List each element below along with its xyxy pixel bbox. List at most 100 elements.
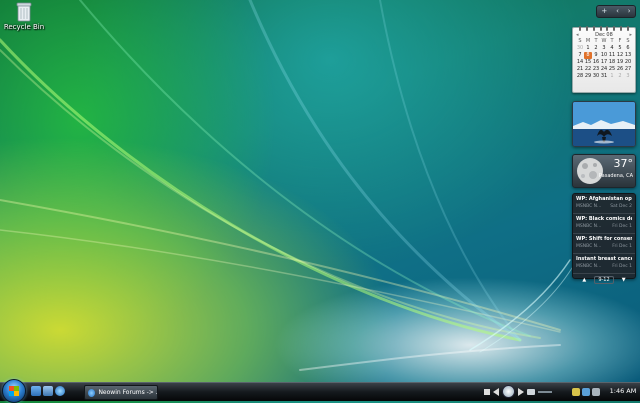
stop-icon[interactable] xyxy=(484,388,490,395)
feed-range: 9-12 xyxy=(594,276,614,284)
next-track-icon[interactable] xyxy=(518,387,524,396)
taskbar-window-title: Neowin Forums -> ... xyxy=(98,389,157,396)
calendar-day[interactable]: 14 xyxy=(576,59,584,66)
calendar-day[interactable]: 16 xyxy=(592,59,600,66)
calendar-month-title: Dec 08 xyxy=(595,31,613,38)
tray-network-icon[interactable] xyxy=(582,387,590,396)
volume-icon[interactable] xyxy=(527,388,535,395)
previous-track-icon[interactable] xyxy=(493,387,499,396)
play-button-icon[interactable] xyxy=(502,385,515,398)
calendar-day[interactable]: 26 xyxy=(616,66,624,73)
calendar-day[interactable]: 6 xyxy=(624,45,632,52)
calendar-weekday: W xyxy=(601,38,607,44)
calendar-day[interactable]: 24 xyxy=(600,66,608,73)
calendar-day[interactable]: 18 xyxy=(608,59,616,66)
feed-item-title: WP: Afghanistan opi... xyxy=(576,196,632,202)
weather-temperature: 37° xyxy=(613,157,634,170)
feed-item[interactable]: Instant breast cancer... MSNBC N... Fri D… xyxy=(573,254,635,274)
feed-item-source: MSNBC N... xyxy=(576,224,602,229)
taskbar-window-button[interactable]: Neowin Forums -> ... xyxy=(84,385,158,400)
moon-icon xyxy=(577,158,603,184)
calendar-weekday: S xyxy=(578,38,582,44)
calendar-day[interactable]: 27 xyxy=(624,66,632,73)
volume-slider[interactable] xyxy=(538,390,552,393)
start-button[interactable] xyxy=(2,379,26,403)
calendar-day[interactable]: 29 xyxy=(584,73,592,80)
calendar-day[interactable]: 31 xyxy=(600,73,608,80)
calendar-day[interactable]: 22 xyxy=(584,66,592,73)
tray-sound-icon[interactable] xyxy=(592,387,600,396)
calendar-day[interactable]: 12 xyxy=(616,52,624,59)
internet-explorer-icon xyxy=(88,388,96,397)
calendar-day[interactable]: 8 xyxy=(584,52,592,59)
feed-item-title: WP: Black comics de... xyxy=(576,216,632,222)
calendar-weekday: F xyxy=(618,38,622,44)
feed-item-source: MSNBC N... xyxy=(576,244,602,249)
calendar-day[interactable]: 25 xyxy=(608,66,616,73)
feed-item[interactable]: WP: Shift for conserv... MSNBC N... Fri D… xyxy=(573,234,635,254)
feed-item-title: WP: Shift for conserv... xyxy=(576,236,632,242)
calendar-weekday: T xyxy=(610,38,614,44)
calendar-day[interactable]: 9 xyxy=(592,52,600,59)
calendar-prev-icon[interactable]: ◂ xyxy=(576,32,579,38)
calendar-rings xyxy=(579,26,629,31)
quick-launch xyxy=(31,386,65,398)
calendar-day[interactable]: 2 xyxy=(592,45,600,52)
calendar-gadget[interactable]: ◂ Dec 08 ▸ S M T W T F S 30 1 2 3 4 5 6 7 8 9 10 11… xyxy=(572,26,636,93)
calendar-day[interactable]: 13 xyxy=(624,52,632,59)
switch-windows-icon[interactable] xyxy=(43,386,53,396)
calendar-day[interactable]: 2 xyxy=(616,73,624,80)
feed-item-date: Fri Dec 1 xyxy=(612,244,632,249)
desktop-icon-label: Recycle Bin xyxy=(3,23,45,31)
calendar-day[interactable]: 20 xyxy=(624,59,632,66)
feed-item-date: Fri Dec 1 xyxy=(612,224,632,229)
media-toolbar xyxy=(484,385,564,398)
feed-item[interactable]: WP: Black comics de... MSNBC N... Fri Dec… xyxy=(573,214,635,234)
feed-item-title: Instant breast cancer... xyxy=(576,256,632,262)
feed-next-button[interactable]: ▼ xyxy=(620,276,628,284)
slideshow-gadget[interactable] xyxy=(572,101,636,147)
feed-item-date: Fri Dec 1 xyxy=(612,264,632,269)
feed-item[interactable]: WP: Afghanistan opi... MSNBC N... Sat Dec… xyxy=(573,194,635,214)
calendar-day[interactable]: 11 xyxy=(608,52,616,59)
calendar-weekday: T xyxy=(594,38,598,44)
calendar-day[interactable]: 19 xyxy=(616,59,624,66)
feed-pager: ▲ 9-12 ▼ xyxy=(573,276,635,284)
whale-tail-photo xyxy=(573,102,635,146)
calendar-day[interactable]: 4 xyxy=(608,45,616,52)
calendar-day[interactable]: 3 xyxy=(600,45,608,52)
calendar-next-icon[interactable]: ▸ xyxy=(629,32,632,38)
calendar-day[interactable]: 1 xyxy=(584,45,592,52)
taskbar-clock[interactable]: 1:46 AM xyxy=(606,386,640,397)
calendar-day[interactable]: 30 xyxy=(592,73,600,80)
internet-explorer-icon[interactable] xyxy=(55,386,65,396)
calendar-day[interactable]: 10 xyxy=(600,52,608,59)
calendar-day[interactable]: 23 xyxy=(592,66,600,73)
add-gadget-button[interactable]: + xyxy=(601,7,607,16)
recycle-bin-icon xyxy=(16,2,32,22)
calendar-day[interactable]: 30 xyxy=(576,45,584,52)
calendar-day[interactable]: 15 xyxy=(584,59,592,66)
weather-city: Pasadena, CA xyxy=(598,173,633,179)
calendar-day[interactable]: 1 xyxy=(608,73,616,80)
previous-page-button[interactable]: ‹ xyxy=(616,7,619,16)
weather-gadget[interactable]: 37° Pasadena, CA xyxy=(572,154,636,188)
calendar-day[interactable]: 3 xyxy=(624,73,632,80)
feed-headlines-gadget: WP: Afghanistan opi... MSNBC N... Sat Dec… xyxy=(572,193,636,284)
sidebar-controls: + ‹ › xyxy=(596,5,636,18)
calendar-day[interactable]: 7 xyxy=(576,52,584,59)
calendar-day[interactable]: 17 xyxy=(600,59,608,66)
show-desktop-icon[interactable] xyxy=(31,386,41,396)
wallpaper-streaks xyxy=(0,0,573,371)
next-page-button[interactable]: › xyxy=(628,7,631,16)
feed-item-date: Sat Dec 2 xyxy=(610,204,632,209)
desktop-icon-recycle-bin[interactable]: Recycle Bin xyxy=(2,2,46,31)
calendar-day[interactable]: 21 xyxy=(576,66,584,73)
calendar-day[interactable]: 28 xyxy=(576,73,584,80)
feed-item-source: MSNBC N... xyxy=(576,264,602,269)
calendar-weekday: M xyxy=(585,38,591,44)
feed-prev-button[interactable]: ▲ xyxy=(580,276,588,284)
calendar-day[interactable]: 5 xyxy=(616,45,624,52)
tray-shield-icon[interactable] xyxy=(572,387,580,396)
calendar-weekday: S xyxy=(626,38,630,44)
